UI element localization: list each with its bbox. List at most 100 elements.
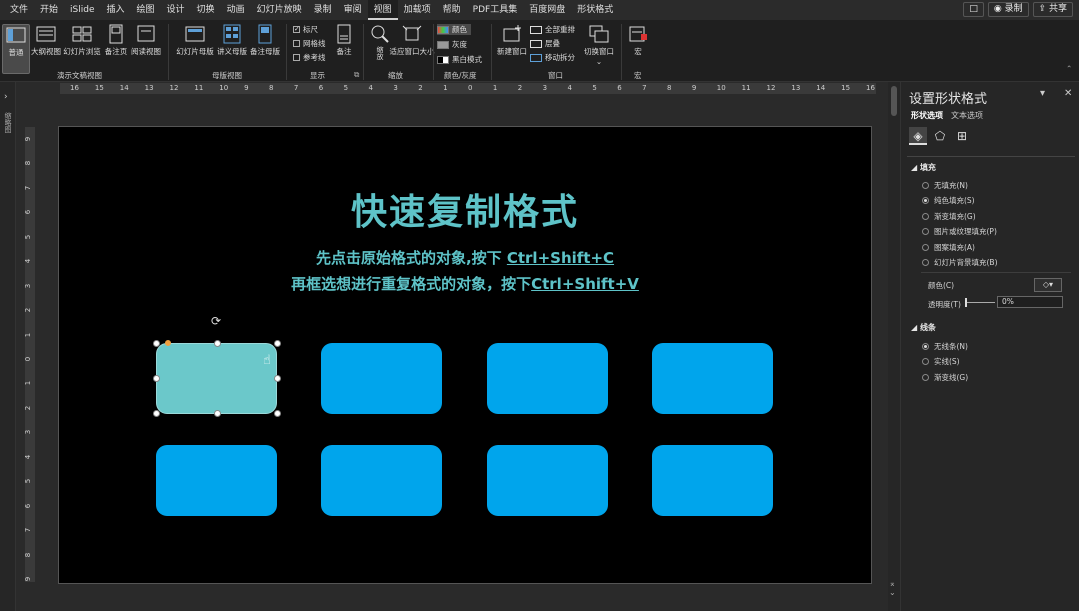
slide-title[interactable]: 快速复制格式	[59, 183, 871, 235]
tab-0[interactable]: 文件	[4, 0, 34, 20]
scrollbar-thumb[interactable]	[891, 86, 897, 116]
tab-16[interactable]: 形状格式	[571, 0, 619, 20]
notes-button[interactable]: 备注	[333, 24, 355, 74]
resize-handle[interactable]	[214, 340, 221, 347]
tab-1[interactable]: 开始	[34, 0, 64, 20]
tab-15[interactable]: 百度网盘	[523, 0, 571, 20]
resize-handle[interactable]	[214, 410, 221, 417]
resize-handle[interactable]	[274, 375, 281, 382]
chevron-up-icon[interactable]: ⌃	[1066, 64, 1072, 73]
bw-mode-button[interactable]: 黑白模式	[437, 54, 482, 65]
tab-2[interactable]: iSlide	[64, 0, 100, 20]
resize-handle[interactable]	[153, 410, 160, 417]
rotate-handle-icon[interactable]: ⟳	[211, 314, 221, 328]
tab-6[interactable]: 切换	[191, 0, 221, 20]
grayscale-button[interactable]: 灰度	[437, 39, 467, 50]
line-radio-2[interactable]: 渐变线(G)	[922, 372, 968, 383]
move-split-button[interactable]: 移动拆分	[530, 52, 575, 63]
tab-11[interactable]: 视图	[367, 0, 398, 20]
tab-9[interactable]: 录制	[308, 0, 338, 20]
normal-view-button[interactable]: 普通	[2, 24, 30, 74]
ruler-checkbox[interactable]: ✓ 标尺	[293, 24, 318, 35]
resize-handle[interactable]	[153, 340, 160, 347]
comments-button[interactable]: □	[963, 2, 984, 17]
fill-section-header[interactable]: ◢ 填充	[911, 162, 936, 173]
resize-handle[interactable]	[274, 410, 281, 417]
slide-subtitle-line-2[interactable]: 再框选想进行重复格式的对象，按下Ctrl+Shift+V	[59, 273, 871, 294]
ruler-tick: 15	[94, 84, 104, 92]
checkbox-icon	[293, 54, 300, 61]
outline-view-button[interactable]: 大纲视图	[31, 24, 61, 74]
dialog-launcher-icon[interactable]: ⧉	[354, 70, 359, 80]
slide-sorter-button[interactable]: 幻灯片浏览	[63, 24, 101, 74]
thumbnail-pane-collapsed[interactable]: › 缩略图	[0, 82, 16, 611]
fill-radio-2[interactable]: 渐变填充(G)	[922, 211, 976, 222]
slider-handle[interactable]	[965, 298, 967, 307]
fill-radio-4[interactable]: 图案填充(A)	[922, 242, 975, 253]
notes-master-button[interactable]: 备注母版	[249, 24, 281, 74]
rounded-rectangle[interactable]	[487, 343, 608, 414]
share-button[interactable]: ⇪ 共享	[1032, 2, 1073, 17]
slide[interactable]: 快速复制格式 先点击原始格式的对象,按下 Ctrl+Shift+C 再框选想进行…	[58, 126, 872, 584]
record-button[interactable]: ◉ 录制	[987, 2, 1029, 17]
ruler-tick: 0	[24, 356, 33, 362]
line-section-header[interactable]: ◢ 线条	[911, 322, 936, 333]
tab-4[interactable]: 绘图	[131, 0, 161, 20]
fill-radio-3[interactable]: 图片或纹理填充(P)	[922, 226, 997, 237]
rounded-rectangle[interactable]	[156, 445, 277, 516]
reading-view-button[interactable]: 阅读视图	[130, 24, 162, 74]
tab-10[interactable]: 审阅	[338, 0, 368, 20]
tab-3[interactable]: 插入	[101, 0, 131, 20]
resize-handle[interactable]	[274, 340, 281, 347]
page-nav-icons[interactable]: ⌅ ⌄	[889, 579, 896, 597]
tab-14[interactable]: PDF工具集	[467, 0, 524, 20]
tab-5[interactable]: 设计	[161, 0, 191, 20]
selected-rounded-rectangle[interactable]	[156, 343, 277, 414]
fill-radio-0[interactable]: 无填充(N)	[922, 180, 968, 191]
fill-color-picker[interactable]: ◇▾	[1034, 278, 1062, 292]
chevron-right-icon[interactable]: ›	[4, 92, 8, 102]
new-window-button[interactable]: 新建窗口	[496, 24, 528, 74]
line-radio-0[interactable]: 无线条(N)	[922, 341, 968, 352]
fill-radio-5[interactable]: 幻灯片背景填充(B)	[922, 257, 998, 268]
macros-button[interactable]: 宏	[627, 24, 649, 74]
size-layout-icon[interactable]: ⊞	[953, 127, 971, 145]
tab-7[interactable]: 动画	[221, 0, 251, 20]
vertical-scrollbar[interactable]: ⌅ ⌄	[888, 82, 900, 611]
cascade-button[interactable]: 层叠	[530, 38, 560, 49]
arrange-all-button[interactable]: 全部重排	[530, 24, 575, 35]
transparency-input[interactable]: 0%	[997, 296, 1063, 308]
line-radio-1[interactable]: 实线(S)	[922, 356, 960, 367]
rounded-rectangle[interactable]	[652, 343, 773, 414]
fit-window-button[interactable]: 适应窗口大小	[390, 24, 435, 74]
gridlines-label: 网格线	[303, 39, 326, 48]
handout-master-icon	[223, 24, 241, 44]
fill-radio-1[interactable]: 纯色填充(S)	[922, 195, 975, 206]
tab-8[interactable]: 幻灯片放映	[251, 0, 308, 20]
switch-window-button[interactable]: 切换窗口 ⌄	[582, 24, 616, 74]
notes-page-button[interactable]: 备注页	[103, 24, 129, 74]
tab-text-options[interactable]: 文本选项	[951, 110, 983, 121]
slide-subtitle-line-1[interactable]: 先点击原始格式的对象,按下 Ctrl+Shift+C	[59, 247, 871, 268]
pentagon-effects-icon[interactable]: ⬠	[931, 127, 949, 145]
handout-master-button[interactable]: 讲义母版	[216, 24, 248, 74]
chevron-down-icon[interactable]: ▾	[1040, 88, 1045, 99]
rounded-rectangle[interactable]	[321, 445, 442, 516]
slide-editing-area[interactable]: 16 15 14 13 12 11 10 9 8 7 6 5 4 3 2 1 0 1 2 3 4 5 6 7 8 9 10 11 12 1…	[16, 82, 900, 611]
transparency-slider[interactable]	[967, 302, 995, 303]
resize-handle[interactable]	[153, 375, 160, 382]
rounded-rectangle[interactable]	[652, 445, 773, 516]
tab-shape-options[interactable]: 形状选项	[911, 110, 943, 121]
slide-master-button[interactable]: 幻灯片母版	[175, 24, 215, 74]
rounded-rectangle[interactable]	[487, 445, 608, 516]
tab-12[interactable]: 加载项	[398, 0, 437, 20]
fill-bucket-icon[interactable]: ◈	[909, 127, 927, 145]
adjust-handle[interactable]	[165, 340, 171, 346]
rounded-rectangle[interactable]	[321, 343, 442, 414]
color-mode-button[interactable]: 颜色	[437, 24, 471, 35]
close-icon[interactable]: ✕	[1064, 88, 1072, 99]
gridlines-checkbox[interactable]: 网格线	[293, 38, 326, 49]
tab-13[interactable]: 帮助	[437, 0, 467, 20]
guides-checkbox[interactable]: 参考线	[293, 52, 326, 63]
zoom-button[interactable]: 缩放	[370, 24, 390, 74]
